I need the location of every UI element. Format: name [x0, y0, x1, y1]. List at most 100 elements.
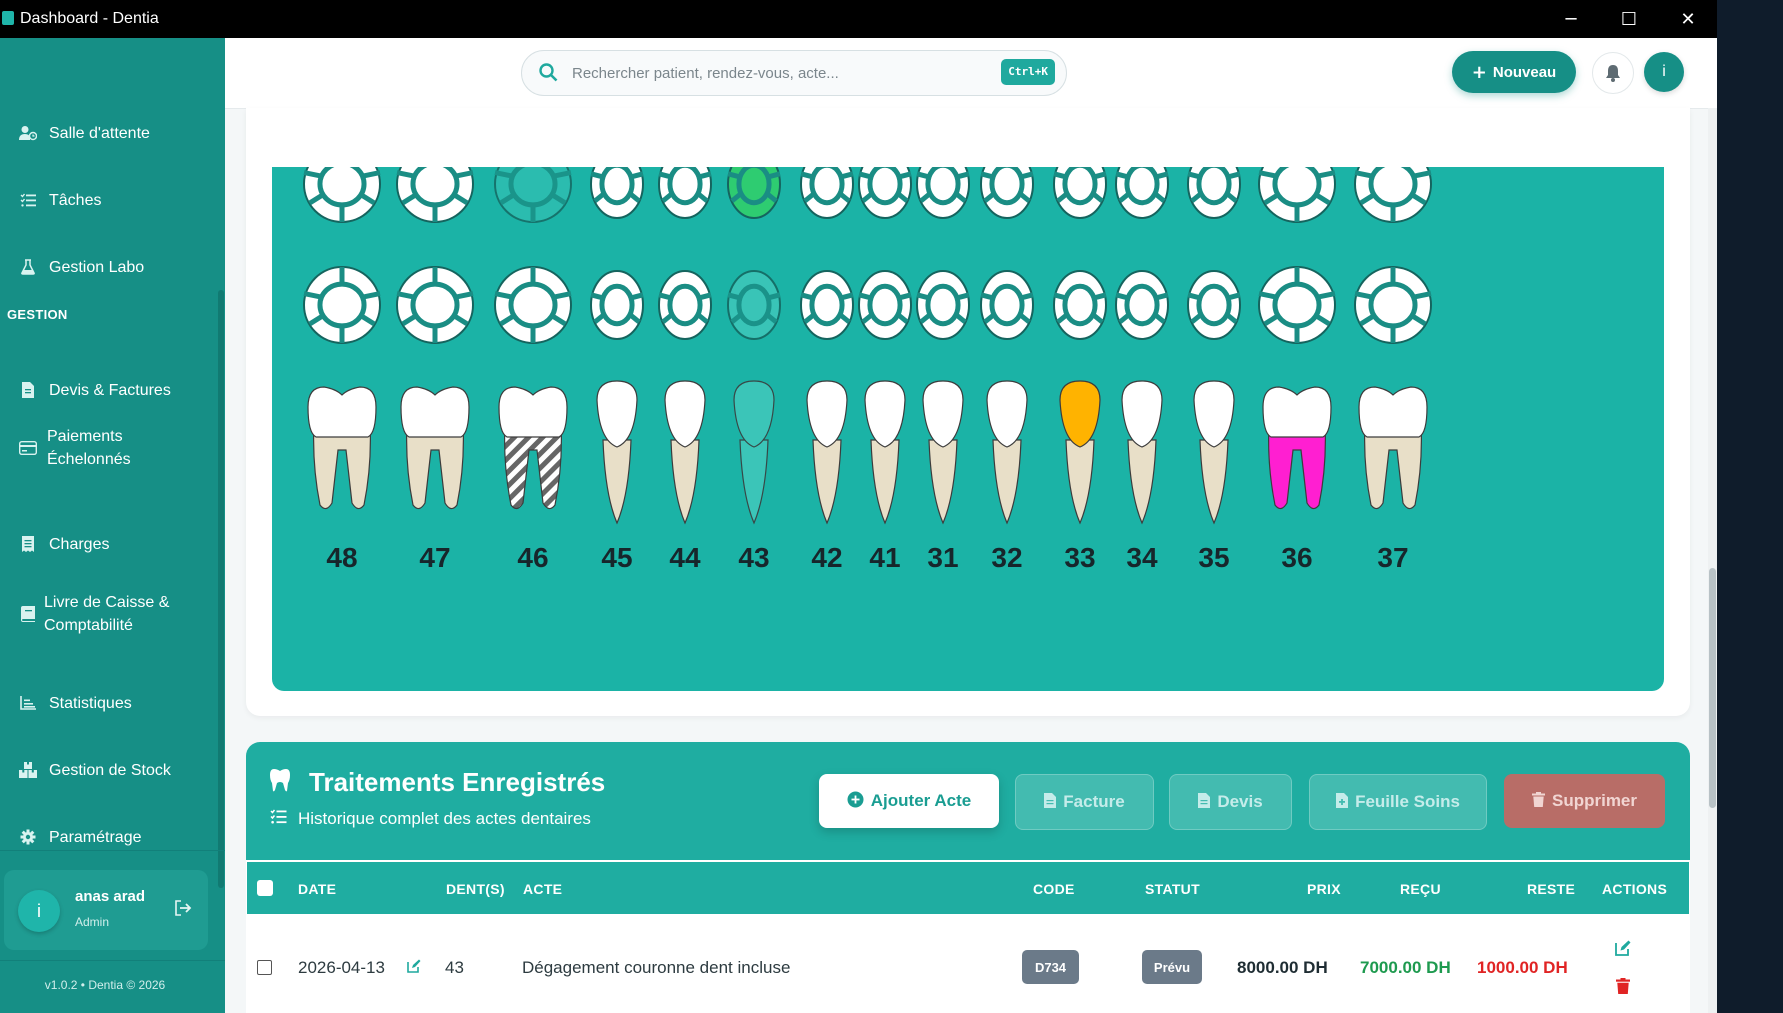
tooth-occlusal-top-46[interactable] — [494, 167, 572, 223]
user-card[interactable]: i anas arad Admin — [4, 870, 208, 950]
tooth-side-33[interactable] — [1059, 380, 1101, 525]
table-row[interactable]: 2026-04-13 43 Dégagement couronne dent i… — [246, 914, 1690, 1013]
tooth-occlusal-top-43[interactable] — [727, 167, 781, 219]
sidebar-item-devis-factures[interactable]: Devis & Factures — [0, 368, 218, 412]
sidebar-item-charges[interactable]: Charges — [0, 522, 218, 566]
sidebar-scrollbar[interactable] — [218, 290, 224, 888]
tooth-occlusal-top-32[interactable] — [980, 167, 1034, 219]
search-input[interactable] — [570, 61, 974, 85]
tooth-occlusal-36[interactable] — [1258, 266, 1336, 344]
tooth-occlusal-top-33[interactable] — [1053, 167, 1107, 219]
tooth-occlusal-top-48[interactable] — [303, 167, 381, 223]
logout-icon[interactable] — [174, 900, 192, 921]
tooth-occlusal-43[interactable] — [727, 270, 781, 340]
tooth-occlusal-top-41[interactable] — [858, 167, 912, 219]
sidebar-item-salle-attente[interactable]: Salle d'attente — [0, 111, 218, 155]
col-teeth[interactable]: DENT(S) — [446, 881, 505, 897]
sidebar-item-gestion-labo[interactable]: Gestion Labo — [0, 245, 218, 289]
tooth-number-45[interactable]: 45 — [587, 542, 647, 574]
tooth-occlusal-top-35[interactable] — [1187, 167, 1241, 219]
tooth-occlusal-44[interactable] — [658, 270, 712, 340]
col-status[interactable]: STATUT — [1145, 881, 1200, 897]
maximize-button[interactable]: ☐ — [1600, 0, 1658, 38]
content-scrollbar[interactable] — [1708, 108, 1717, 1013]
tooth-number-34[interactable]: 34 — [1112, 542, 1172, 574]
tooth-occlusal-46[interactable] — [494, 266, 572, 344]
tooth-occlusal-top-44[interactable] — [658, 167, 712, 219]
sidebar-item-taches[interactable]: Tâches — [0, 178, 218, 222]
tooth-occlusal-top-45[interactable] — [590, 167, 644, 219]
tooth-occlusal-top-47[interactable] — [396, 167, 474, 223]
invoice-button[interactable]: Facture — [1015, 774, 1154, 830]
tooth-number-35[interactable]: 35 — [1184, 542, 1244, 574]
edit-icon[interactable] — [1615, 940, 1631, 961]
tooth-side-42[interactable] — [806, 380, 848, 525]
sidebar-item-livre-caisse[interactable]: Livre de Caisse & Comptabilité — [0, 583, 218, 645]
sidebar-item-paiements-echelonnes[interactable]: Paiements Échelonnés — [0, 417, 218, 479]
col-act[interactable]: ACTE — [523, 881, 562, 897]
tooth-side-36[interactable] — [1262, 386, 1332, 510]
notifications-button[interactable] — [1592, 52, 1634, 94]
tooth-occlusal-31[interactable] — [916, 270, 970, 340]
care-sheet-button[interactable]: Feuille Soins — [1309, 774, 1487, 830]
edit-date-icon[interactable] — [407, 959, 421, 977]
col-code[interactable]: CODE — [1033, 881, 1075, 897]
close-button[interactable]: ✕ — [1659, 0, 1717, 38]
tooth-occlusal-top-31[interactable] — [916, 167, 970, 219]
tooth-side-35[interactable] — [1193, 380, 1235, 525]
tooth-occlusal-top-36[interactable] — [1258, 167, 1336, 223]
tooth-side-47[interactable] — [400, 386, 470, 510]
tooth-occlusal-47[interactable] — [396, 266, 474, 344]
tooth-side-34[interactable] — [1121, 380, 1163, 525]
sidebar-item-parametrage[interactable]: Paramétrage — [0, 815, 218, 859]
tooth-number-48[interactable]: 48 — [312, 542, 372, 574]
tooth-number-43[interactable]: 43 — [724, 542, 784, 574]
tooth-occlusal-48[interactable] — [303, 266, 381, 344]
sidebar-item-statistiques[interactable]: Statistiques — [0, 681, 218, 725]
tooth-side-44[interactable] — [664, 380, 706, 525]
tooth-number-42[interactable]: 42 — [797, 542, 857, 574]
minimize-button[interactable]: ─ — [1542, 0, 1600, 38]
col-price[interactable]: PRIX — [1307, 881, 1341, 897]
tooth-number-33[interactable]: 33 — [1050, 542, 1110, 574]
tooth-occlusal-41[interactable] — [858, 270, 912, 340]
tooth-side-41[interactable] — [864, 380, 906, 525]
row-checkbox[interactable] — [257, 960, 272, 975]
col-received[interactable]: REÇU — [1400, 881, 1441, 897]
tooth-side-43[interactable] — [733, 380, 775, 525]
tooth-occlusal-33[interactable] — [1053, 270, 1107, 340]
tooth-occlusal-34[interactable] — [1115, 270, 1169, 340]
tooth-occlusal-top-37[interactable] — [1354, 167, 1432, 223]
tooth-side-45[interactable] — [596, 380, 638, 525]
tooth-number-47[interactable]: 47 — [405, 542, 465, 574]
delete-button[interactable]: Supprimer — [1504, 774, 1665, 828]
col-remaining[interactable]: RESTE — [1527, 881, 1575, 897]
tooth-occlusal-37[interactable] — [1354, 266, 1432, 344]
tooth-occlusal-35[interactable] — [1187, 270, 1241, 340]
tooth-number-41[interactable]: 41 — [855, 542, 915, 574]
scrollbar-thumb[interactable] — [1709, 568, 1716, 808]
tooth-number-44[interactable]: 44 — [655, 542, 715, 574]
tooth-side-31[interactable] — [922, 380, 964, 525]
tooth-number-46[interactable]: 46 — [503, 542, 563, 574]
select-all-checkbox[interactable] — [257, 880, 273, 896]
new-button[interactable]: + Nouveau — [1452, 51, 1576, 93]
tooth-side-32[interactable] — [986, 380, 1028, 525]
tooth-occlusal-45[interactable] — [590, 270, 644, 340]
tooth-number-32[interactable]: 32 — [977, 542, 1037, 574]
add-act-button[interactable]: Ajouter Acte — [819, 774, 999, 828]
tooth-side-48[interactable] — [307, 386, 377, 510]
tooth-side-46[interactable] — [498, 386, 568, 510]
tooth-occlusal-32[interactable] — [980, 270, 1034, 340]
tooth-number-36[interactable]: 36 — [1267, 542, 1327, 574]
col-date[interactable]: DATE — [298, 881, 336, 897]
sidebar-item-gestion-stock[interactable]: Gestion de Stock — [0, 748, 218, 792]
search-bar[interactable]: Ctrl+K — [521, 50, 1067, 96]
tooth-side-37[interactable] — [1358, 386, 1428, 510]
tooth-number-37[interactable]: 37 — [1363, 542, 1423, 574]
trash-icon[interactable] — [1616, 978, 1630, 999]
quote-button[interactable]: Devis — [1169, 774, 1292, 830]
tooth-occlusal-top-42[interactable] — [800, 167, 854, 219]
tooth-occlusal-42[interactable] — [800, 270, 854, 340]
tooth-number-31[interactable]: 31 — [913, 542, 973, 574]
